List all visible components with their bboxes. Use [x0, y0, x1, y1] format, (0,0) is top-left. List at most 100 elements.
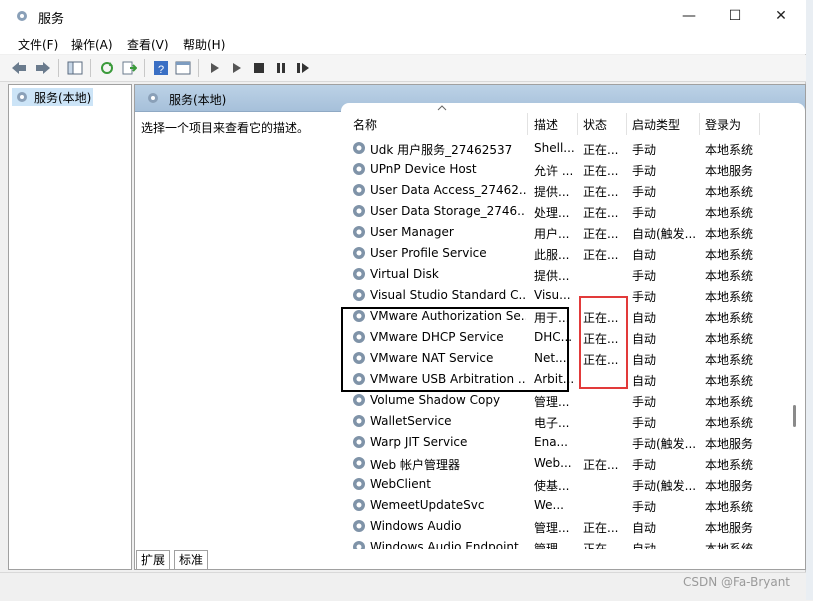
table-row[interactable]: VMware NAT Service Net... 正在... 自动 本地系统 — [341, 348, 791, 369]
service-name: VMware NAT Service — [370, 351, 494, 365]
refresh-icon[interactable] — [98, 59, 116, 77]
table-row[interactable]: User Manager 用户... 正在... 自动(触发... 本地系统 — [341, 222, 791, 243]
table-row[interactable]: VMware Authorization Se... 用于... 正在... 自动 本地… — [341, 306, 791, 327]
column-description[interactable]: 描述 — [534, 116, 558, 133]
service-description: Arbit... — [534, 372, 574, 386]
start-service-icon[interactable] — [206, 59, 224, 77]
service-startup-type: 自动 — [632, 521, 657, 535]
gear-icon — [353, 478, 365, 490]
service-description: 用户... — [534, 227, 570, 241]
gear-icon — [353, 373, 365, 385]
gear-icon — [353, 415, 365, 427]
service-log-on-as: 本地服务 — [705, 164, 754, 178]
service-description: 用于... — [534, 311, 570, 325]
table-row[interactable]: Virtual Disk 提供... 手动 本地系统 — [341, 264, 791, 285]
service-startup-type: 手动(触发... — [632, 437, 697, 451]
forward-arrow-icon[interactable] — [34, 59, 52, 77]
table-row[interactable]: VMware DHCP Service DHC... 正在... 自动 本地系统 — [341, 327, 791, 348]
minimize-button[interactable]: — — [666, 0, 712, 32]
window-title: 服务 — [38, 12, 65, 27]
export-list-icon[interactable] — [120, 59, 138, 77]
back-arrow-icon[interactable] — [10, 59, 28, 77]
table-row[interactable]: VMware USB Arbitration ... Arbit... 自动 本地系统 — [341, 369, 791, 390]
service-name: User Profile Service — [370, 246, 487, 260]
table-row[interactable]: UPnP Device Host 允许 ... 正在... 手动 本地服务 — [341, 159, 791, 180]
gear-icon — [353, 184, 365, 196]
table-row[interactable]: Udk 用户服务_27462537 Shell... 正在... 手动 本地系统 — [341, 138, 791, 159]
list-header: 名称 描述 状态 启动类型 登录为 — [341, 103, 791, 137]
restart-service-icon[interactable] — [294, 59, 312, 77]
service-startup-type: 自动 — [632, 248, 657, 262]
gear-icon — [353, 352, 365, 364]
service-status: 正在... — [583, 143, 619, 157]
service-log-on-as: 本地系统 — [705, 542, 754, 549]
gear-icon — [353, 268, 365, 280]
service-status: 正在... — [583, 332, 619, 346]
pause-service-icon[interactable] — [272, 59, 290, 77]
start-service-alt-icon[interactable] — [228, 59, 246, 77]
table-row[interactable]: Visual Studio Standard C... Visu... 手动 本地系统 — [341, 285, 791, 306]
service-log-on-as: 本地系统 — [705, 395, 754, 409]
table-row[interactable]: WalletService 电子... 手动 本地系统 — [341, 411, 791, 432]
maximize-button[interactable]: ☐ — [712, 0, 758, 32]
column-status[interactable]: 状态 — [583, 116, 607, 133]
watermark: CSDN @Fa-Bryant — [683, 575, 791, 589]
service-log-on-as: 本地系统 — [705, 143, 754, 157]
tab-standard[interactable]: 标准 — [174, 550, 209, 569]
service-log-on-as: 本地系统 — [705, 206, 754, 220]
service-description: 此服... — [534, 248, 570, 262]
table-row[interactable]: WemeetUpdateSvc We... 手动 本地系统 — [341, 495, 791, 516]
column-startup-type[interactable]: 启动类型 — [632, 116, 680, 133]
gear-icon — [17, 11, 27, 21]
column-name[interactable]: 名称 — [353, 116, 377, 133]
service-description: 允许 ... — [534, 164, 574, 178]
gear-icon — [353, 394, 365, 406]
column-log-on-as[interactable]: 登录为 — [705, 116, 741, 133]
gear-icon — [353, 436, 365, 448]
service-description: We... — [534, 498, 564, 512]
service-startup-type: 手动 — [632, 185, 657, 199]
tree-node-services-local[interactable]: 服务(本地) — [12, 88, 94, 106]
gear-icon — [353, 310, 365, 322]
close-button[interactable]: ✕ — [758, 0, 804, 32]
menu-view[interactable]: 查看(V) — [127, 36, 169, 53]
service-startup-type: 自动 — [632, 332, 657, 346]
svg-text:?: ? — [158, 64, 164, 76]
service-log-on-as: 本地系统 — [705, 248, 754, 262]
service-startup-type: 手动 — [632, 206, 657, 220]
service-description: DHC... — [534, 330, 573, 344]
service-status: 正在... — [583, 227, 619, 241]
show-hide-tree-icon[interactable] — [66, 59, 84, 77]
tab-extended[interactable]: 扩展 — [136, 550, 171, 569]
menu-help[interactable]: 帮助(H) — [183, 36, 225, 53]
table-row[interactable]: User Data Storage_2746... 处理... 正在... 手动 本地系… — [341, 201, 791, 222]
service-startup-type: 手动(触发... — [632, 479, 697, 493]
details-pane: 服务(本地) 选择一个项目来查看它的描述。 名称 描述 状态 启动类型 登录为 … — [134, 84, 806, 570]
service-log-on-as: 本地系统 — [705, 416, 754, 430]
table-row[interactable]: Windows Audio 管理... 正在... 自动 本地服务 — [341, 516, 791, 537]
table-row[interactable]: Warp JIT Service Ena... 手动(触发... 本地服务 — [341, 432, 791, 453]
table-row[interactable]: Web 帐户管理器 Web... 正在... 手动 本地系统 — [341, 453, 791, 474]
vertical-scrollbar[interactable] — [791, 175, 799, 555]
service-name: VMware Authorization Se... — [370, 309, 526, 323]
service-description: 管理... — [534, 521, 570, 535]
help-icon[interactable]: ? — [152, 59, 170, 77]
table-row[interactable]: Volume Shadow Copy 管理... 手动 本地系统 — [341, 390, 791, 411]
service-status: 正在... — [583, 185, 619, 199]
properties-icon[interactable] — [174, 59, 192, 77]
stop-service-icon[interactable] — [250, 59, 268, 77]
menu-file[interactable]: 文件(F) — [18, 36, 58, 53]
table-row[interactable]: WebClient 使基... 手动(触发... 本地服务 — [341, 474, 791, 495]
gear-icon — [353, 331, 365, 343]
gear-icon — [353, 457, 365, 469]
table-row[interactable]: User Data Access_27462... 提供... 正在... 手动 本地系… — [341, 180, 791, 201]
service-description: 管理... — [534, 542, 570, 549]
service-description: Net... — [534, 351, 567, 365]
table-row[interactable]: User Profile Service 此服... 正在... 自动 本地系统 — [341, 243, 791, 264]
service-log-on-as: 本地系统 — [705, 290, 754, 304]
gear-icon — [353, 163, 365, 175]
menu-action[interactable]: 操作(A) — [71, 36, 113, 53]
service-startup-type: 手动 — [632, 500, 657, 514]
menu-bar: 文件(F) 操作(A) 查看(V) 帮助(H) — [0, 32, 806, 54]
service-startup-type: 手动 — [632, 164, 657, 178]
